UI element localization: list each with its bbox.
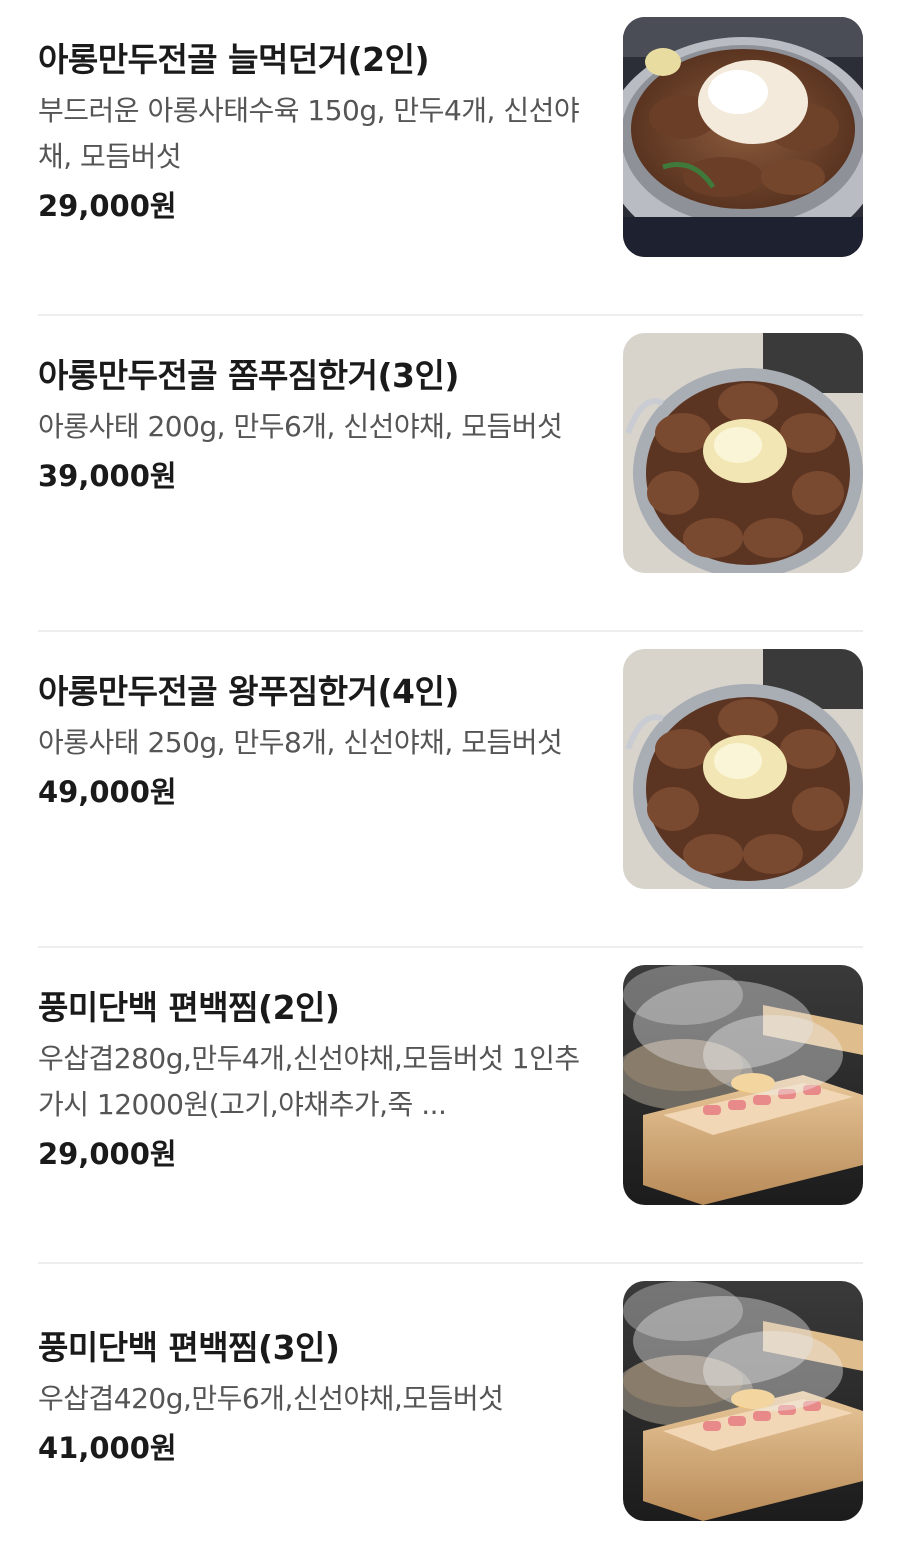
menu-item-text: 아롱만두전골 늘먹던거(2인) 부드러운 아롱사태수육 150g, 만두4개, … xyxy=(38,38,588,228)
menu-item[interactable]: 아롱만두전골 쫌푸짐한거(3인) 아롱사태 200g, 만두6개, 신선야채, … xyxy=(38,316,863,632)
menu-item-text: 풍미단백 편백찜(3인) 우삽겹420g,만두6개,신선야채,모듬버섯 41,0… xyxy=(38,1326,588,1470)
menu-item-price: 29,000원 xyxy=(38,189,177,223)
menu-item-text: 풍미단백 편백찜(2인) 우삽겹280g,만두4개,신선야채,모듬버섯 1인추가… xyxy=(38,986,588,1176)
menu-item-name: 아롱만두전골 왕푸짐한거(4인) xyxy=(38,672,459,711)
menu-item-name: 아롱만두전골 쫌푸짐한거(3인) xyxy=(38,356,459,395)
menu-item-price: 29,000원 xyxy=(38,1137,177,1171)
menu-item-description: 부드러운 아롱사태수육 150g, 만두4개, 신선야채, 모듬버섯 xyxy=(38,94,580,173)
menu-item[interactable]: 아롱만두전골 왕푸짐한거(4인) 아롱사태 250g, 만두8개, 신선야채, … xyxy=(38,632,863,948)
menu-item-name: 풍미단백 편백찜(3인) xyxy=(38,1328,340,1367)
menu-item[interactable]: 아롱만두전골 늘먹던거(2인) 부드러운 아롱사태수육 150g, 만두4개, … xyxy=(38,0,863,316)
menu-item-photo[interactable] xyxy=(623,17,863,257)
beef-hotpot-photo xyxy=(623,333,863,573)
menu-item-photo[interactable] xyxy=(623,333,863,573)
menu-item-description: 우삽겹280g,만두4개,신선야채,모듬버섯 1인추가시 12000원(고기,야… xyxy=(38,1042,580,1121)
menu-item-text: 아롱만두전골 쫌푸짐한거(3인) 아롱사태 200g, 만두6개, 신선야채, … xyxy=(38,354,588,498)
cypress-steamer-photo xyxy=(623,965,863,1205)
menu-item-photo[interactable] xyxy=(623,649,863,889)
menu-item-price: 49,000원 xyxy=(38,775,177,809)
menu-item-description: 우삽겹420g,만두6개,신선야채,모듬버섯 xyxy=(38,1382,504,1415)
menu-item-name: 풍미단백 편백찜(2인) xyxy=(38,988,340,1027)
menu-item[interactable]: 풍미단백 편백찜(3인) 우삽겹420g,만두6개,신선야채,모듬버섯 41,0… xyxy=(38,1264,863,1554)
menu-list: 아롱만두전골 늘먹던거(2인) 부드러운 아롱사태수육 150g, 만두4개, … xyxy=(0,0,900,1554)
menu-item-name: 아롱만두전골 늘먹던거(2인) xyxy=(38,40,430,79)
menu-item-description: 아롱사태 200g, 만두6개, 신선야채, 모듬버섯 xyxy=(38,410,563,443)
cypress-steamer-photo xyxy=(623,1281,863,1521)
menu-item[interactable]: 풍미단백 편백찜(2인) 우삽겹280g,만두4개,신선야채,모듬버섯 1인추가… xyxy=(38,948,863,1264)
menu-item-price: 41,000원 xyxy=(38,1431,177,1465)
beef-hotpot-photo xyxy=(623,17,863,257)
menu-item-photo[interactable] xyxy=(623,965,863,1205)
menu-item-photo[interactable] xyxy=(623,1281,863,1521)
menu-item-text: 아롱만두전골 왕푸짐한거(4인) 아롱사태 250g, 만두8개, 신선야채, … xyxy=(38,670,588,814)
menu-item-price: 39,000원 xyxy=(38,459,177,493)
menu-item-description: 아롱사태 250g, 만두8개, 신선야채, 모듬버섯 xyxy=(38,726,563,759)
beef-hotpot-photo xyxy=(623,649,863,889)
